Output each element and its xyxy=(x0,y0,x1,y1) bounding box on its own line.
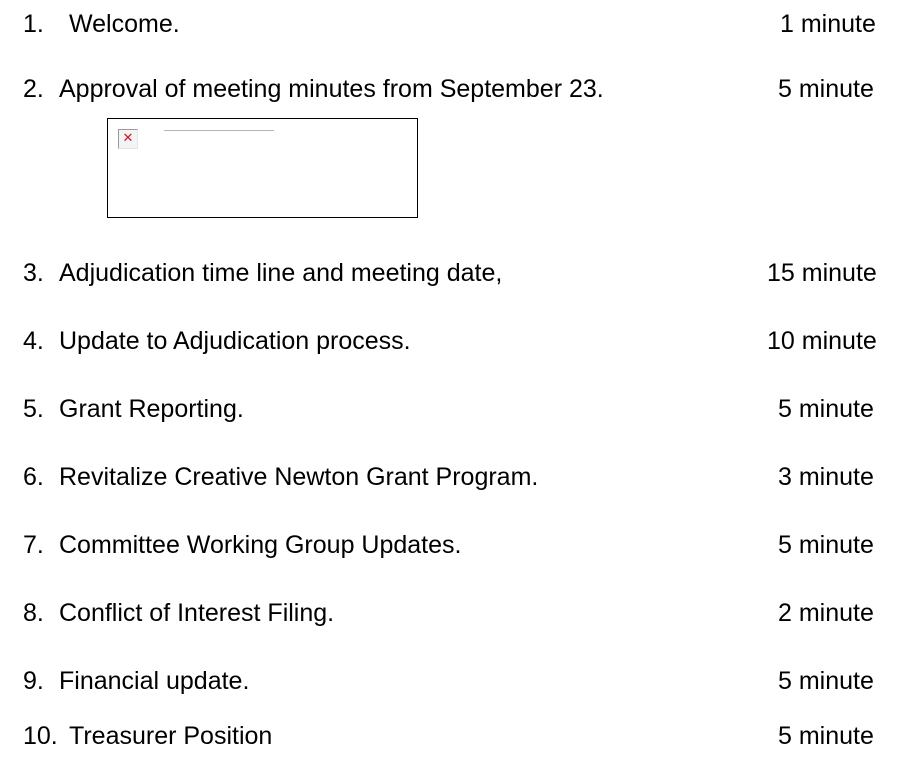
agenda-item-1: 1. Welcome. 1 minute xyxy=(0,4,909,44)
item-number: 10. xyxy=(23,722,58,750)
agenda-item-10: 10. Treasurer Position 5 minute xyxy=(0,716,909,756)
item-duration: 10 minute xyxy=(767,327,877,355)
item-duration: 5 minute xyxy=(778,75,874,103)
item-title: Approval of meeting minutes from Septemb… xyxy=(59,75,604,103)
item-title: Committee Working Group Updates. xyxy=(59,531,462,559)
agenda-item-9: 9. Financial update. 5 minute xyxy=(0,661,909,701)
agenda-item-8: 8. Conflict of Interest Filing. 2 minute xyxy=(0,593,909,633)
broken-image-placeholder: ✕ xyxy=(107,118,418,218)
item-number: 1. xyxy=(23,10,44,38)
item-number: 8. xyxy=(23,599,44,627)
agenda-item-2: 2. Approval of meeting minutes from Sept… xyxy=(0,69,909,109)
agenda-item-5: 5. Grant Reporting. 5 minute xyxy=(0,389,909,429)
item-title: Grant Reporting. xyxy=(59,395,244,423)
item-duration: 5 minute xyxy=(778,531,874,559)
item-title: Treasurer Position xyxy=(69,722,273,750)
item-duration: 5 minute xyxy=(778,395,874,423)
item-duration: 3 minute xyxy=(778,463,874,491)
agenda-item-7: 7. Committee Working Group Updates. 5 mi… xyxy=(0,525,909,565)
item-duration: 5 minute xyxy=(778,667,874,695)
item-number: 7. xyxy=(23,531,44,559)
image-caption-line xyxy=(164,130,274,131)
item-title: Welcome. xyxy=(69,10,180,38)
item-number: 6. xyxy=(23,463,44,491)
item-title: Adjudication time line and meeting date, xyxy=(59,259,503,287)
item-title: Conflict of Interest Filing. xyxy=(59,599,335,627)
agenda-item-4: 4. Update to Adjudication process. 10 mi… xyxy=(0,321,909,361)
item-number: 9. xyxy=(23,667,44,695)
item-number: 2. xyxy=(23,75,44,103)
item-duration: 1 minute xyxy=(780,10,876,38)
agenda-item-3: 3. Adjudication time line and meeting da… xyxy=(0,253,909,293)
item-number: 3. xyxy=(23,259,44,287)
item-duration: 5 minute xyxy=(778,722,874,750)
item-title: Update to Adjudication process. xyxy=(59,327,411,355)
broken-image-x-icon: ✕ xyxy=(118,129,138,149)
item-duration: 15 minute xyxy=(767,259,877,287)
item-number: 4. xyxy=(23,327,44,355)
item-duration: 2 minute xyxy=(778,599,874,627)
agenda-item-6: 6. Revitalize Creative Newton Grant Prog… xyxy=(0,457,909,497)
item-number: 5. xyxy=(23,395,44,423)
item-title: Revitalize Creative Newton Grant Program… xyxy=(59,463,539,491)
item-title: Financial update. xyxy=(59,667,250,695)
